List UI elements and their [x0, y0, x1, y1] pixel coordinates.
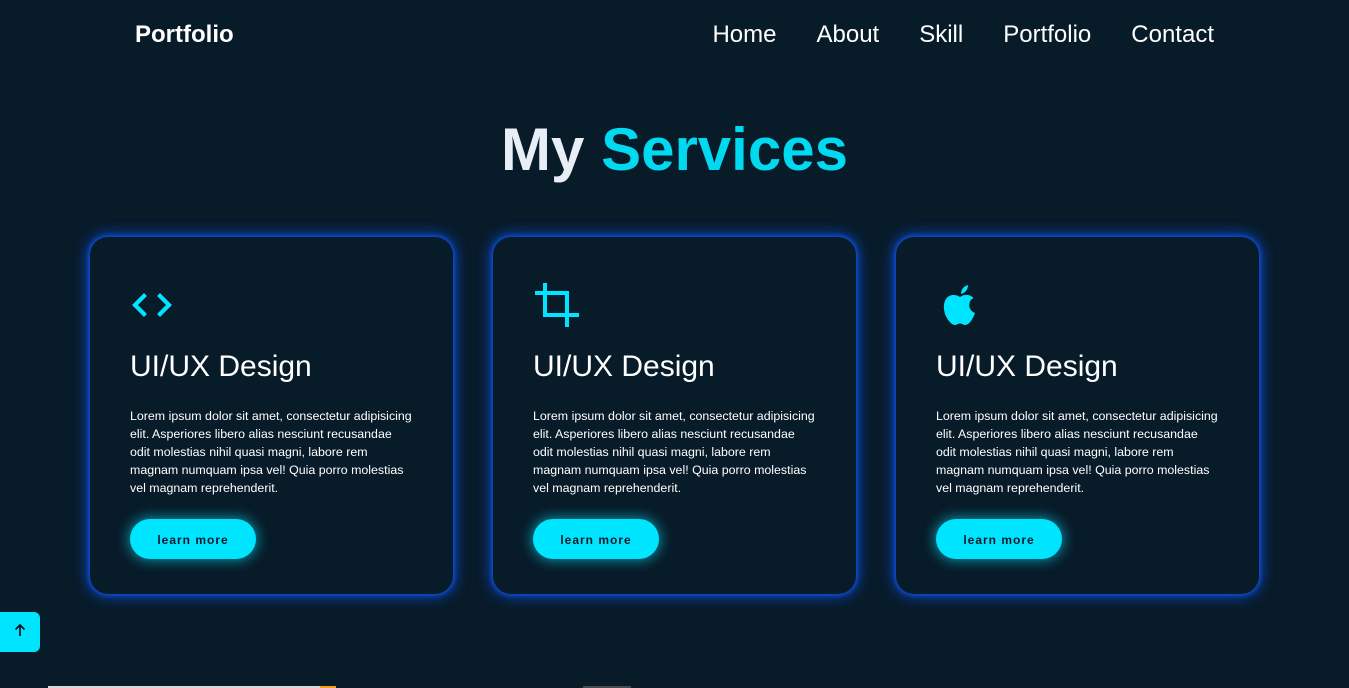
crop-icon [533, 281, 581, 329]
card-title: UI/UX Design [130, 350, 312, 383]
scroll-top-button[interactable] [0, 612, 40, 652]
page: Portfolio Home About Skill Portfolio Con… [0, 0, 1349, 688]
apple-icon [936, 281, 984, 329]
card-title: UI/UX Design [533, 350, 715, 383]
service-card: UI/UX Design Lorem ipsum dolor sit amet,… [896, 237, 1259, 594]
learn-more-button[interactable]: learn more [936, 519, 1062, 559]
nav-about[interactable]: About [817, 20, 880, 50]
nav-skill[interactable]: Skill [919, 20, 963, 50]
code-icon [130, 281, 178, 329]
card-text: Lorem ipsum dolor sit amet, consectetur … [130, 409, 412, 495]
card-text: Lorem ipsum dolor sit amet, consectetur … [936, 409, 1218, 495]
nav-portfolio[interactable]: Portfolio [1003, 20, 1091, 50]
arrow-up-icon [13, 623, 27, 642]
logo-link[interactable]: Portfolio [135, 20, 234, 50]
card-title: UI/UX Design [936, 350, 1118, 383]
learn-more-button[interactable]: learn more [533, 519, 659, 559]
nav-home[interactable]: Home [712, 20, 776, 50]
section-title-word-my: My [501, 116, 585, 183]
learn-more-button[interactable]: learn more [130, 519, 256, 559]
service-card: UI/UX Design Lorem ipsum dolor sit amet,… [90, 237, 453, 594]
card-text: Lorem ipsum dolor sit amet, consectetur … [533, 409, 815, 495]
main-nav: Home About Skill Portfolio Contact [712, 20, 1214, 50]
section-title: My Services [0, 114, 1349, 186]
site-header: Portfolio Home About Skill Portfolio Con… [0, 0, 1349, 72]
nav-contact[interactable]: Contact [1131, 20, 1214, 50]
service-card: UI/UX Design Lorem ipsum dolor sit amet,… [493, 237, 856, 594]
services-cards: UI/UX Design Lorem ipsum dolor sit amet,… [90, 237, 1259, 594]
section-title-word-services: Services [601, 116, 848, 183]
